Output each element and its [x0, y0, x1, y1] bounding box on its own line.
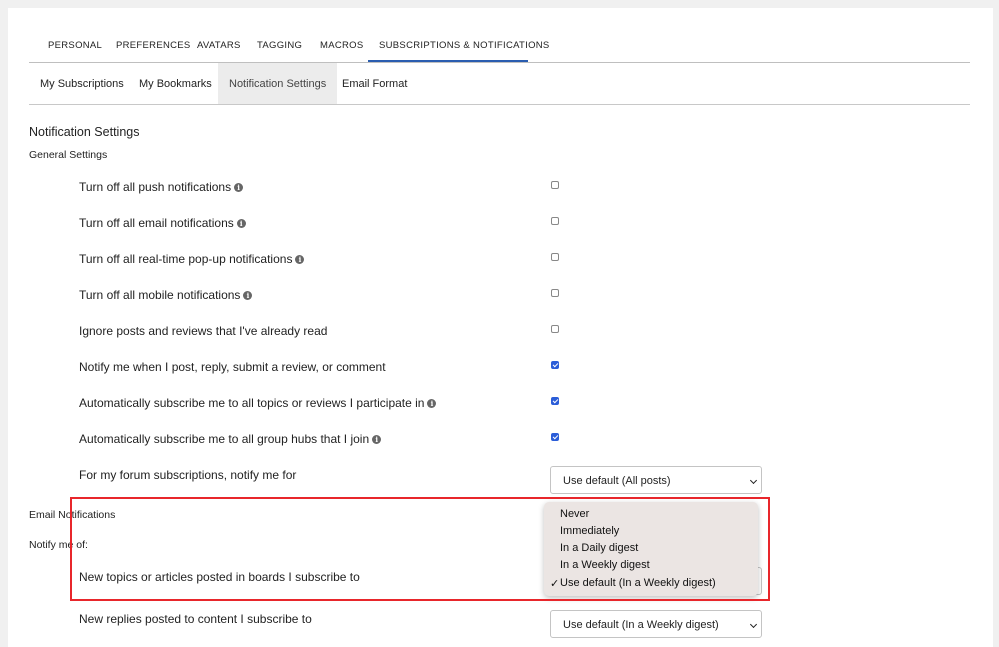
new-topics-label: New topics or articles posted in boards …	[79, 570, 360, 584]
row-label-popup: Turn off all real-time pop-up notificati…	[79, 252, 305, 266]
active-tab-indicator	[368, 60, 528, 62]
new-replies-select[interactable]: Use default (In a Weekly digest)	[550, 610, 762, 638]
option-use-default[interactable]: ✓ Use default (In a Weekly digest)	[550, 577, 716, 590]
checkmark-icon: ✓	[550, 578, 560, 590]
chevron-down-icon	[749, 620, 758, 629]
label-text: Turn off all email notifications	[79, 216, 234, 230]
checkbox-mobile[interactable]	[551, 289, 559, 297]
row-label-email: Turn off all email notifications i	[79, 216, 246, 230]
option-weekly-digest[interactable]: In a Weekly digest	[560, 559, 650, 571]
info-icon[interactable]: i	[427, 399, 437, 408]
general-settings-heading: General Settings	[29, 149, 108, 161]
info-icon[interactable]: i	[295, 255, 305, 264]
option-never[interactable]: Never	[560, 508, 589, 520]
label-text: Turn off all mobile notifications	[79, 288, 241, 302]
info-icon[interactable]: i	[372, 435, 382, 444]
checkbox-push[interactable]	[551, 181, 559, 189]
notify-me-of-heading: Notify me of:	[29, 539, 88, 551]
row-label-ignore-read: Ignore posts and reviews that I've alrea…	[79, 324, 327, 338]
select-value: Use default (All posts)	[563, 475, 671, 487]
checkbox-notify-own-posts[interactable]	[551, 361, 559, 369]
label-text: Turn off all push notifications	[79, 180, 232, 194]
subtab-notification-settings[interactable]: Notification Settings	[218, 63, 338, 104]
checkbox-auto-subscribe-hubs[interactable]	[551, 433, 559, 441]
label-text: Turn off all real-time pop-up notificati…	[79, 252, 293, 266]
info-icon[interactable]: i	[234, 183, 244, 192]
option-immediately[interactable]: Immediately	[560, 525, 619, 537]
option-daily-digest[interactable]: In a Daily digest	[560, 542, 638, 554]
row-label-notify-own-posts: Notify me when I post, reply, submit a r…	[79, 360, 386, 374]
tab-tagging[interactable]: TAGGING	[257, 40, 302, 51]
page-title: Notification Settings	[29, 125, 140, 139]
row-label-mobile: Turn off all mobile notifications i	[79, 288, 253, 302]
row-label-auto-subscribe-hubs: Automatically subscribe me to all group …	[79, 432, 382, 446]
new-topics-dropdown-menu: Never Immediately In a Daily digest In a…	[544, 502, 758, 596]
subtab-my-bookmarks[interactable]: My Bookmarks	[128, 63, 223, 104]
checkbox-ignore-read[interactable]	[551, 325, 559, 333]
subtab-my-subscriptions[interactable]: My Subscriptions	[29, 63, 135, 104]
select-value: Use default (In a Weekly digest)	[563, 619, 719, 631]
label-text: Ignore posts and reviews that I've alrea…	[79, 324, 328, 338]
label-text: Automatically subscribe me to all topics…	[79, 396, 425, 410]
tab-macros[interactable]: MACROS	[320, 40, 364, 51]
forum-notify-select[interactable]: Use default (All posts)	[550, 466, 762, 494]
email-notifications-heading: Email Notifications	[29, 509, 116, 521]
info-icon[interactable]: i	[243, 291, 253, 300]
option-label: Use default (In a Weekly digest)	[560, 577, 716, 589]
label-text: Notify me when I post, reply, submit a r…	[79, 360, 386, 374]
tab-personal[interactable]: PERSONAL	[48, 40, 102, 51]
checkbox-popup[interactable]	[551, 253, 559, 261]
new-replies-label: New replies posted to content I subscrib…	[79, 612, 312, 626]
tab-subscriptions-notifications[interactable]: SUBSCRIPTIONS & NOTIFICATIONS	[379, 40, 550, 51]
info-icon[interactable]: i	[236, 219, 246, 228]
row-label-auto-subscribe-topics: Automatically subscribe me to all topics…	[79, 396, 437, 410]
tab-avatars[interactable]: AVATARS	[197, 40, 241, 51]
tab-preferences[interactable]: PREFERENCES	[116, 40, 191, 51]
checkbox-auto-subscribe-topics[interactable]	[551, 397, 559, 405]
chevron-down-icon	[749, 476, 758, 485]
label-text: Automatically subscribe me to all group …	[79, 432, 370, 446]
row-label-push: Turn off all push notifications i	[79, 180, 244, 194]
subtab-email-format[interactable]: Email Format	[331, 63, 418, 104]
forum-notify-label: For my forum subscriptions, notify me fo…	[79, 468, 297, 482]
checkbox-email[interactable]	[551, 217, 559, 225]
subtabs-divider	[29, 104, 970, 105]
